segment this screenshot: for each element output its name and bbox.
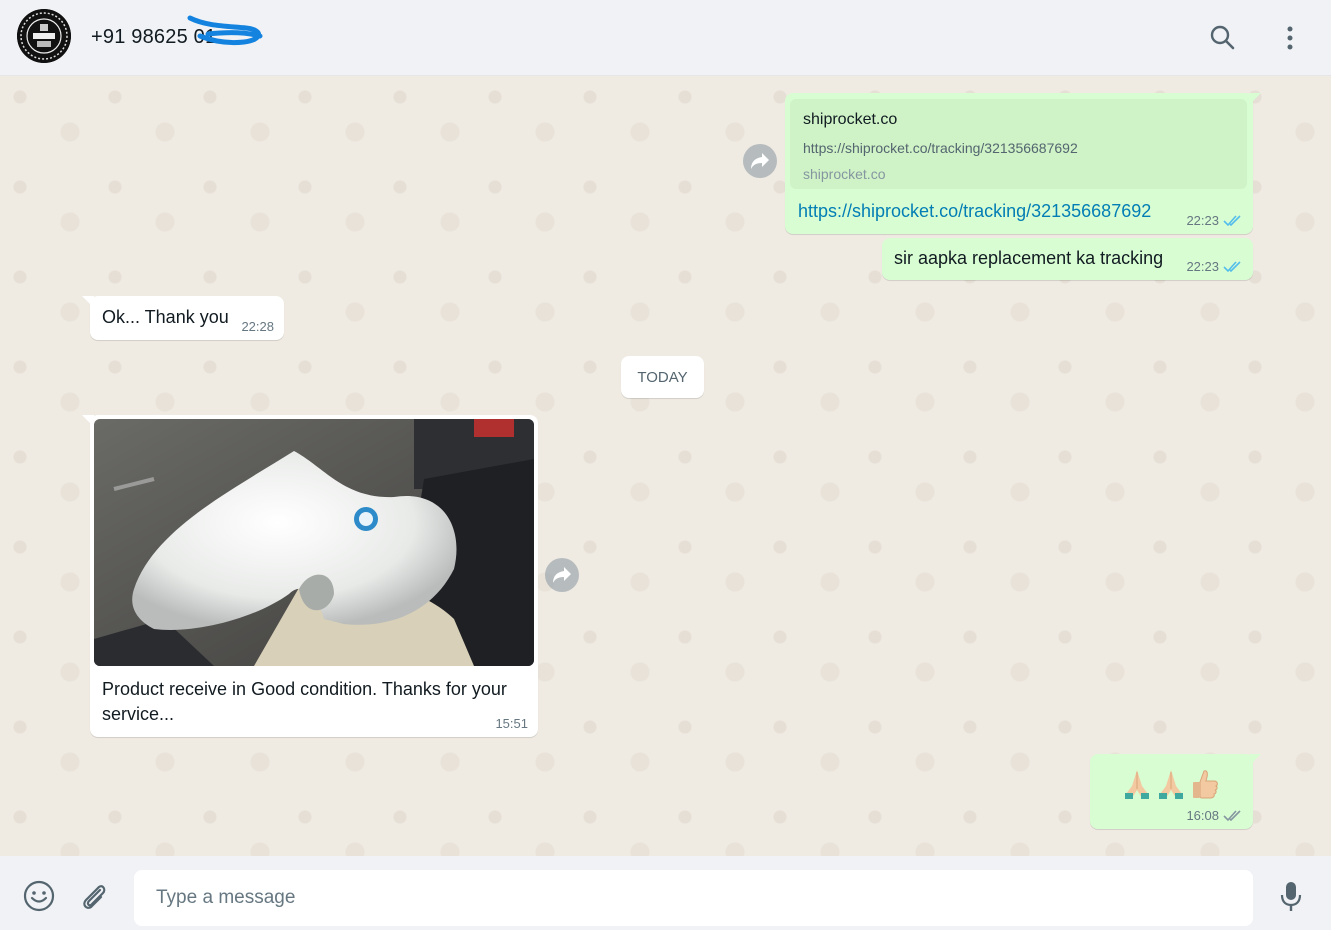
outgoing-text-message[interactable]: sir aapka replacement ka tracking 22:23 [882,238,1253,280]
link-preview-title: shiprocket.co [803,111,898,128]
kebab-menu-icon[interactable] [1272,20,1308,56]
paperclip-icon[interactable] [76,878,112,914]
link-preview-description: https://shiprocket.co/tracking/321356687… [803,140,1078,156]
bubble-tail [1249,754,1261,766]
forward-icon[interactable] [743,144,777,178]
message-meta: 22:23 [1186,259,1243,274]
incoming-photo-message[interactable]: Product receive in Good condition. Thank… [82,415,538,737]
folded-hands-emoji [1159,770,1183,799]
double-check-icon [1223,214,1241,226]
message-meta: 22:23 [1186,213,1243,228]
chat-header: +91 98625 01 [0,0,1331,76]
forward-icon[interactable] [545,558,579,592]
emoji-icon[interactable] [21,878,57,914]
message-list[interactable]: shiprocket.co https://shiprocket.co/trac… [0,77,1331,856]
compose-bar [0,856,1331,930]
double-check-icon [1223,809,1241,821]
outgoing-emoji-message[interactable]: 🙏🙏👍 16:08 [1090,754,1261,829]
message-meta: 15:51 [495,716,528,731]
message-time: 22:23 [1186,259,1219,274]
message-meta: 16:08 [1186,808,1243,823]
message-input[interactable] [134,870,1253,926]
link-preview-host: shiprocket.co [803,166,886,182]
message-time: 15:51 [495,716,528,731]
redaction-scribble [187,15,263,45]
emoji-content [1122,768,1220,800]
message-time: 22:23 [1186,213,1219,228]
link-preview-card[interactable]: shiprocket.co https://shiprocket.co/trac… [790,99,1247,189]
message-photo[interactable] [94,419,534,666]
search-icon[interactable] [1205,20,1241,56]
contact-avatar[interactable] [17,9,71,63]
message-time: 16:08 [1186,808,1219,823]
tracking-link[interactable]: https://shiprocket.co/tracking/321356687… [798,201,1151,222]
thumbs-up-emoji [1193,770,1218,799]
date-divider: TODAY [621,356,704,398]
message-time: 22:28 [241,319,274,334]
message-meta: 22:28 [241,319,274,334]
incoming-text-message[interactable]: Ok... Thank you 22:28 [82,296,284,340]
bubble-tail [82,415,94,427]
double-check-icon [1223,260,1241,272]
message-text: Ok... Thank you [102,307,229,327]
microphone-icon[interactable] [1273,878,1309,914]
bubble-tail [82,296,94,308]
outgoing-link-message[interactable]: shiprocket.co https://shiprocket.co/trac… [785,93,1261,234]
photo-caption: Product receive in Good condition. Thank… [102,679,507,724]
message-text: sir aapka replacement ka tracking [894,248,1164,268]
bubble-tail [1249,93,1261,105]
folded-hands-emoji [1125,770,1149,799]
